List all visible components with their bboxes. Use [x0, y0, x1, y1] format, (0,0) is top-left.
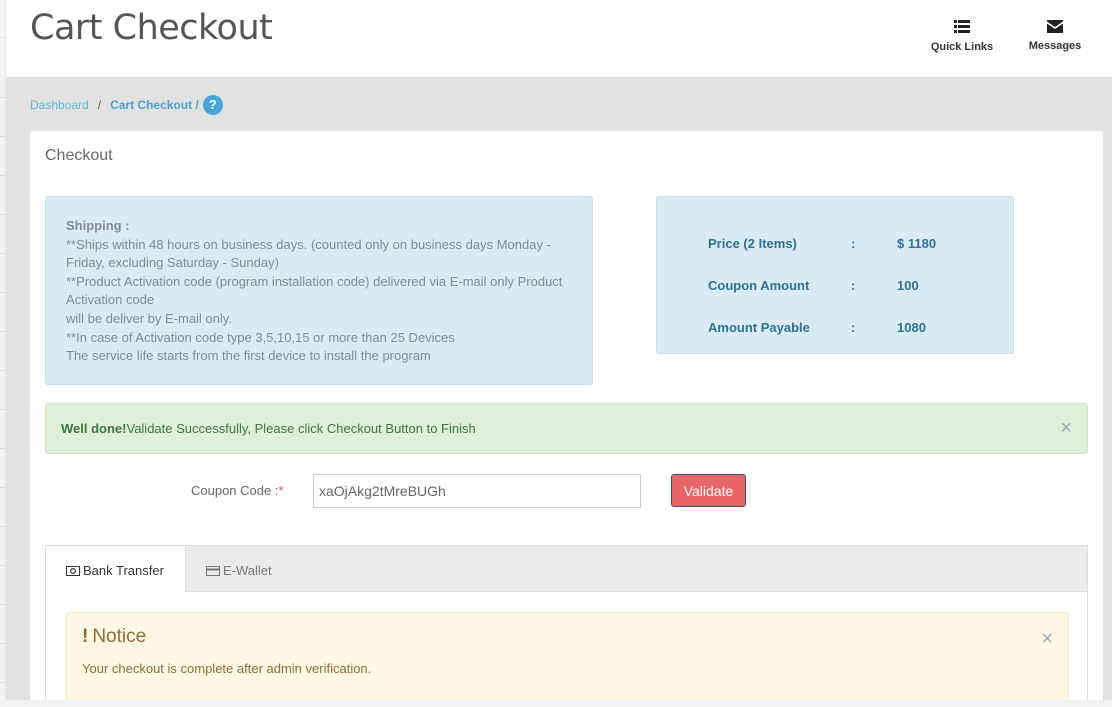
money-icon: [66, 566, 80, 576]
notice-alert: ! Notice Your checkout is complete after …: [66, 612, 1069, 707]
bottom-edge: [0, 700, 1112, 707]
messages-button[interactable]: Messages: [1020, 20, 1090, 52]
top-header: Cart Checkout Quick Links Messages: [6, 0, 1112, 78]
price-summary-box: Price (2 Items) : $ 1180 Coupon Amount :…: [656, 196, 1014, 354]
credit-card-icon: [206, 566, 220, 576]
panel-title: Checkout: [45, 147, 113, 164]
checkout-panel: Checkout Shipping : **Ships within 48 ho…: [30, 131, 1103, 707]
summary-colon: :: [851, 236, 856, 251]
shipping-info-box: Shipping : **Ships within 48 hours on bu…: [45, 196, 593, 385]
close-icon[interactable]: ×: [1041, 629, 1053, 649]
shipping-line: will be deliver by E-mail only.: [66, 310, 232, 326]
exclamation-icon: !: [82, 626, 89, 647]
tab-e-wallet[interactable]: E-Wallet: [206, 546, 316, 593]
close-icon[interactable]: ×: [1060, 418, 1072, 438]
summary-value: 1080: [897, 320, 926, 335]
validate-button[interactable]: Validate: [671, 474, 746, 507]
summary-value: 100: [897, 278, 919, 293]
summary-colon: :: [851, 278, 856, 293]
quick-links-label: Quick Links: [930, 41, 994, 53]
quick-links-button[interactable]: Quick Links: [924, 20, 1000, 53]
summary-colon: :: [851, 320, 856, 335]
tab-bank-transfer[interactable]: Bank Transfer: [46, 546, 186, 593]
summary-value: $ 1180: [897, 236, 937, 251]
tab-strip: [46, 546, 1087, 592]
breadcrumb-separator: /: [97, 98, 102, 112]
success-alert: Well done!Validate Successfully, Please …: [45, 403, 1088, 454]
shipping-line: **Product Activation code (program insta…: [66, 273, 563, 308]
shipping-line: **In case of Activation code type 3,5,10…: [66, 329, 455, 345]
shipping-heading: Shipping :: [66, 218, 130, 233]
envelope-icon: [1047, 20, 1063, 33]
shipping-line: The service life starts from the first d…: [66, 348, 431, 364]
breadcrumb-dashboard-link[interactable]: Dashboard: [30, 98, 89, 112]
notice-text: Your checkout is complete after admin ve…: [82, 661, 372, 676]
tab-label: E-Wallet: [223, 563, 272, 578]
breadcrumb-current: Cart Checkout /: [110, 98, 199, 112]
notice-title-text: Notice: [92, 626, 147, 647]
breadcrumb: Dashboard / Cart Checkout / ?: [30, 95, 223, 115]
messages-label: Messages: [1028, 40, 1082, 52]
coupon-label-text: Coupon Code :: [191, 483, 279, 498]
alert-strong: Well done!: [61, 421, 127, 436]
list-icon: [954, 20, 970, 33]
coupon-label: Coupon Code :*: [191, 483, 284, 498]
summary-label: Amount Payable: [708, 320, 810, 335]
page-title: Cart Checkout: [30, 8, 273, 48]
alert-text: Validate Successfully, Please click Chec…: [126, 421, 476, 436]
shipping-line: **Ships within 48 hours on business days…: [66, 236, 551, 271]
required-mark: *: [278, 483, 284, 498]
tab-label: Bank Transfer: [83, 563, 164, 578]
payment-tabs: Bank Transfer E-Wallet ! Notice Your chec…: [45, 545, 1088, 707]
notice-title: ! Notice: [82, 626, 146, 648]
coupon-code-input[interactable]: [313, 474, 641, 508]
summary-label: Coupon Amount: [708, 278, 810, 293]
help-icon[interactable]: ?: [202, 95, 223, 115]
summary-label: Price (2 Items): [708, 236, 797, 251]
